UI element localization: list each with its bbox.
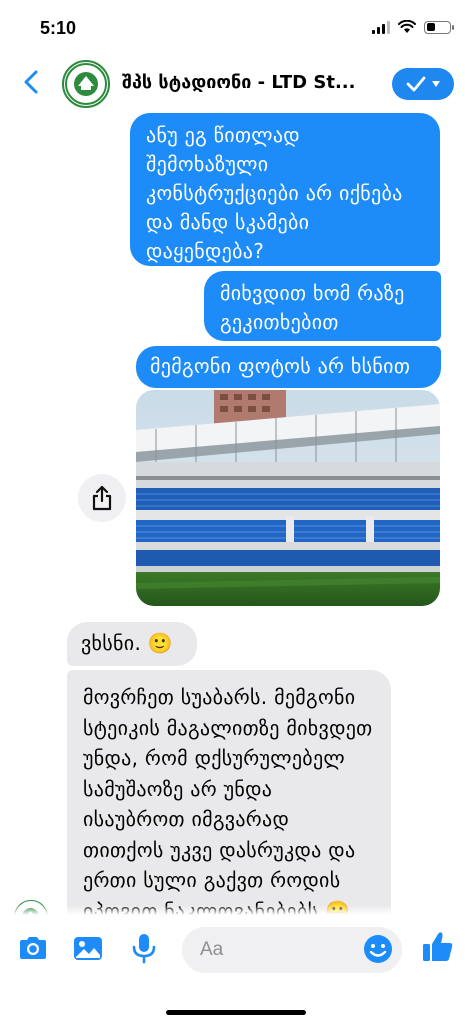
stadium-image [136,390,440,606]
outgoing-message[interactable]: მიხვდით ხომ რაზე გეკითხებით [204,271,441,341]
incoming-message[interactable]: მოვრჩეთ სუაბარს. მემგონი სტეიკის მაგალით… [67,670,391,930]
outgoing-message[interactable]: მემგონი ფოტოს არ ხსნით [136,346,441,388]
home-indicator [166,1010,306,1015]
status-bar: 5:10 [0,0,473,56]
status-time: 5:10 [40,18,77,38]
conversation-header: შპს სტადიონი - LTD St... [0,56,473,112]
avatar[interactable] [62,60,110,108]
mark-done-button[interactable] [392,68,454,100]
thumbs-up-icon[interactable] [420,929,456,965]
back-chevron-icon[interactable] [18,68,46,96]
outgoing-message[interactable]: ანუ ეგ წითლად შემოხაზული კონსტრუქციები ა… [130,113,440,266]
image-icon[interactable] [71,931,105,965]
share-button[interactable] [78,474,126,522]
battery-icon [424,20,454,34]
camera-icon[interactable] [16,931,50,965]
checkmark-icon [406,76,426,92]
chevron-down-icon [432,81,440,87]
emoji-icon[interactable] [362,933,394,965]
conversation-title[interactable]: შპს სტადიონი - LTD St... [122,72,384,93]
stadium-logo-icon [65,63,107,105]
message-composer [0,905,473,1024]
microphone-icon[interactable] [127,931,161,965]
share-icon [92,485,112,511]
stadium-photo[interactable] [136,390,440,606]
status-icons [372,20,454,34]
signal-icon [372,20,390,34]
wifi-icon [398,20,416,33]
message-input[interactable] [200,937,350,963]
incoming-message[interactable]: ვხსნი. 🙂 [67,622,197,666]
